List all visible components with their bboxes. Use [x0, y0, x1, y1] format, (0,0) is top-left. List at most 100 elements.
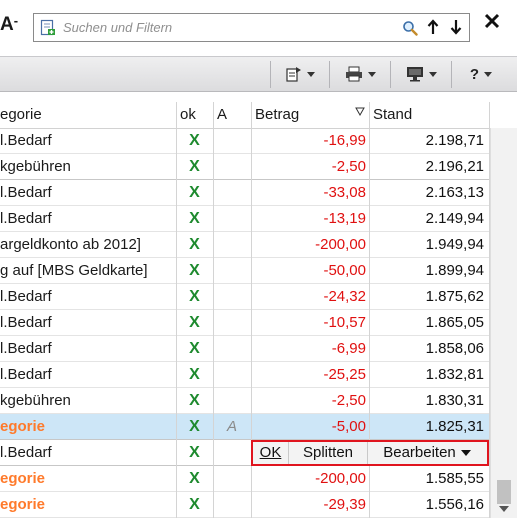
toolbar-divider	[451, 61, 452, 88]
row-a-flag	[213, 336, 251, 361]
row-amount: -200,00	[315, 236, 366, 253]
toolbar: ?	[0, 56, 517, 92]
row-a-flag	[213, 206, 251, 231]
row-ok-mark: X	[189, 418, 200, 435]
table-row[interactable]: l.Bedarf X -24,32 1.875,62	[0, 284, 490, 310]
row-category: l.Bedarf	[0, 288, 52, 305]
row-a-flag	[213, 154, 251, 179]
column-header-amount[interactable]: Betrag	[251, 102, 369, 128]
row-stand: 1.899,94	[425, 262, 484, 279]
row-amount: -5,00	[331, 418, 366, 435]
column-divider	[176, 102, 177, 518]
search-icon[interactable]	[402, 20, 418, 36]
table-row[interactable]: l.Bedarf X -6,99 1.858,06	[0, 336, 490, 362]
print-button[interactable]	[337, 62, 383, 86]
arrow-up-icon[interactable]	[426, 18, 440, 36]
row-stand: 2.149,94	[425, 210, 484, 227]
row-a-flag	[213, 180, 251, 205]
row-a-flag: A	[226, 418, 237, 435]
row-a-flag	[213, 492, 251, 517]
table-row[interactable]: g auf [MBS Geldkarte] X -50,00 1.899,94	[0, 258, 490, 284]
row-a-flag	[213, 440, 251, 465]
toolbar-divider	[270, 61, 271, 88]
search-bar: A-	[0, 0, 517, 56]
row-amount: -2,50	[331, 392, 366, 409]
table-row[interactable]: egorie X -200,00 1.585,55	[0, 466, 490, 492]
row-ok-mark: X	[189, 210, 200, 227]
row-amount: -200,00	[315, 470, 366, 487]
help-label: ?	[469, 65, 480, 83]
close-icon[interactable]	[484, 12, 500, 30]
row-ok-mark: X	[189, 288, 200, 305]
row-a-flag	[213, 258, 251, 283]
row-amount: -6,99	[331, 340, 366, 357]
table-row[interactable]: l.Bedarf X -33,08 2.163,13	[0, 180, 490, 206]
arrow-down-icon[interactable]	[449, 18, 463, 36]
chevron-down-icon	[460, 450, 471, 457]
table-row[interactable]: l.Bedarf X -10,57 1.865,05	[0, 310, 490, 336]
column-header-a[interactable]: A	[213, 102, 251, 128]
row-category: egorie	[0, 496, 46, 513]
chevron-down-icon	[484, 71, 493, 77]
row-stand: 1.875,62	[425, 288, 484, 305]
row-amount: -29,39	[323, 496, 366, 513]
search-box	[33, 13, 470, 42]
export-icon	[285, 67, 301, 82]
row-stand: 2.163,13	[425, 184, 484, 201]
search-input[interactable]	[63, 17, 393, 38]
export-button[interactable]	[278, 62, 322, 86]
row-ok-mark: X	[189, 158, 200, 175]
vertical-scrollbar[interactable]	[490, 128, 517, 518]
chevron-down-icon	[367, 71, 376, 77]
column-header-stand[interactable]: Stand	[369, 102, 490, 128]
row-category: kgebühren	[0, 392, 71, 409]
row-ok-mark: X	[189, 184, 200, 201]
row-a-flag	[213, 466, 251, 491]
row-ok-mark: X	[189, 262, 200, 279]
display-button[interactable]	[398, 62, 444, 86]
toolbar-divider	[329, 61, 330, 88]
table-row[interactable]: l.Bedarf X -25,25 1.832,81	[0, 362, 490, 388]
column-divider	[213, 102, 214, 518]
row-category: l.Bedarf	[0, 444, 52, 461]
table-row[interactable]: argeldkonto ab 2012] X -200,00 1.949,94	[0, 232, 490, 258]
row-stand: 1.825,31	[425, 418, 484, 435]
table-row[interactable]: kgebühren X -2,50 2.196,21	[0, 154, 490, 180]
row-stand: 1.556,16	[425, 496, 484, 513]
scrollbar-thumb[interactable]	[497, 480, 511, 504]
row-a-flag	[213, 362, 251, 387]
row-amount: -50,00	[323, 262, 366, 279]
ok-button[interactable]: OK	[253, 442, 289, 464]
help-button[interactable]: ?	[459, 62, 503, 86]
row-stand: 1.585,55	[425, 470, 484, 487]
inline-edit-toolbar: OK Splitten Bearbeiten	[251, 440, 489, 466]
row-ok-mark: X	[189, 496, 200, 513]
new-filter-icon[interactable]	[40, 19, 56, 36]
table-row[interactable]: kgebühren X -2,50 1.830,31	[0, 388, 490, 414]
table-row[interactable]: l.Bedarf X -16,99 2.198,71	[0, 128, 490, 154]
row-stand: 1.865,05	[425, 314, 484, 331]
table-row[interactable]: egorie X -29,39 1.556,16	[0, 492, 490, 518]
row-amount: -10,57	[323, 314, 366, 331]
row-amount: -16,99	[323, 132, 366, 149]
font-size-button[interactable]: A-	[0, 13, 18, 36]
row-ok-mark: X	[189, 444, 200, 461]
row-stand: 1.949,94	[425, 236, 484, 253]
row-amount: -25,25	[323, 366, 366, 383]
row-stand: 2.198,71	[425, 132, 484, 149]
row-category: l.Bedarf	[0, 366, 52, 383]
split-button[interactable]: Splitten	[289, 442, 368, 464]
column-header-category[interactable]: egorie	[0, 102, 176, 128]
monitor-icon	[406, 67, 423, 82]
row-ok-mark: X	[189, 132, 200, 149]
column-header-amount-label: Betrag	[255, 106, 300, 123]
column-header-ok[interactable]: ok	[176, 102, 213, 128]
table-row[interactable]: egorie X A -5,00 1.825,31	[0, 414, 490, 440]
row-a-flag	[213, 128, 251, 153]
table-row[interactable]: l.Bedarf X -13,19 2.149,94	[0, 206, 490, 232]
ok-button-label: OK	[259, 444, 282, 461]
row-amount: -24,32	[323, 288, 366, 305]
row-category: l.Bedarf	[0, 132, 52, 149]
edit-dropdown-button[interactable]: Bearbeiten	[368, 442, 486, 464]
scroll-down-icon[interactable]	[499, 506, 509, 512]
